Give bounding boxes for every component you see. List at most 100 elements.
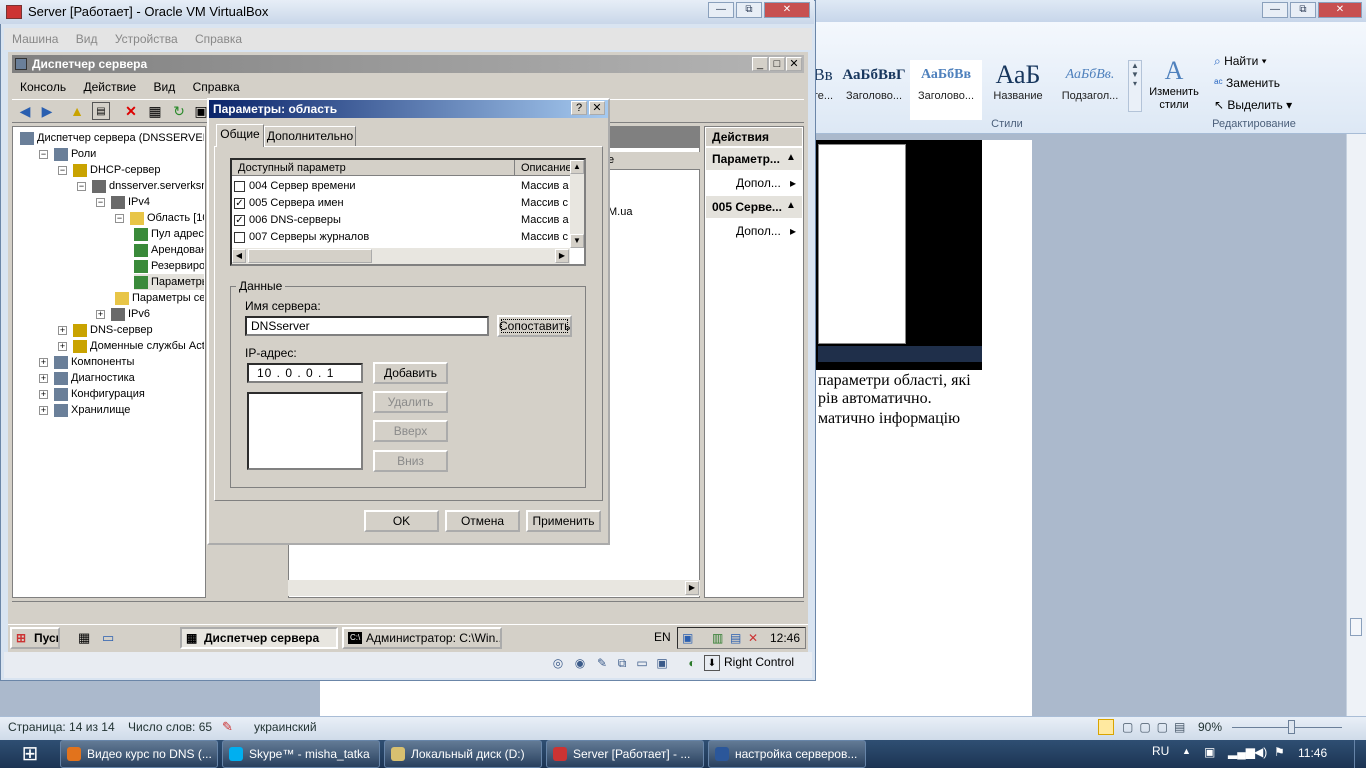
tree-item[interactable]: − IPv4 [96, 194, 150, 210]
menu-action[interactable]: Действие [83, 80, 136, 94]
ip-address-field[interactable]: 10 . 0 . 0 . 1 [247, 363, 363, 383]
apply-button[interactable]: Применить [526, 510, 601, 532]
scroll-right-arrow[interactable]: ▶ [555, 249, 569, 263]
scroll-up-arrow[interactable]: ▲ [570, 160, 584, 174]
page-count[interactable]: Страница: 14 из 14 [8, 720, 115, 734]
sm-close-button[interactable]: ✕ [786, 57, 802, 71]
collapse-icon[interactable]: − [77, 182, 86, 191]
volume-icon[interactable]: ◀) [1254, 745, 1267, 759]
quicklaunch-desktop-icon[interactable]: ▭ [102, 630, 114, 646]
option-checkbox[interactable] [234, 180, 245, 192]
scroll-left-arrow[interactable]: ◀ [232, 249, 246, 263]
scroll-right-arrow[interactable]: ▶ [685, 581, 699, 595]
column-available-option[interactable]: Доступный параметр [238, 160, 346, 176]
spellcheck-icon[interactable]: ✎ [222, 719, 233, 735]
tree-item[interactable]: − Область [10.0.0.0] [115, 210, 204, 226]
details-hscroll[interactable] [288, 580, 700, 596]
quicklaunch-server-icon[interactable]: ▦ [78, 630, 90, 646]
zoom-slider-thumb[interactable] [1288, 720, 1295, 734]
sm-minimize-button[interactable]: _ [752, 57, 768, 71]
hscroll-thumb[interactable] [248, 249, 372, 263]
tree-item[interactable]: + IPv6 [96, 306, 150, 322]
vm-clock[interactable]: 12:46 [770, 628, 800, 648]
taskbar-clock[interactable]: 11:46 [1298, 746, 1327, 760]
option-checkbox[interactable]: ✓ [234, 197, 245, 209]
tree-item[interactable]: − DHCP-сервер [58, 162, 161, 178]
collapse-icon[interactable]: ▲ [786, 200, 796, 211]
tree-item[interactable]: + DNS-сервер [58, 322, 153, 338]
vm-task-server-manager[interactable]: ▦ Диспетчер сервера [180, 627, 338, 649]
tree-item[interactable]: Резервирования [134, 258, 204, 274]
sm-maximize-button[interactable]: □ [769, 57, 785, 71]
resolve-button[interactable]: Сопоставить [497, 315, 572, 337]
tree-item[interactable]: Пул адресов [134, 226, 204, 242]
language-indicator[interactable]: RU [1152, 744, 1169, 758]
expand-icon[interactable]: + [39, 358, 48, 367]
tree-item[interactable]: − dnsserver.serverksm.ua [77, 178, 204, 194]
server-name-field[interactable]: DNSserver [245, 316, 489, 336]
tree-item[interactable]: + Конфигурация [39, 386, 145, 402]
capture-icon[interactable]: ▣ [654, 655, 670, 671]
expand-icon[interactable]: + [39, 374, 48, 383]
change-styles-button[interactable]: A Изменить стили [1146, 56, 1202, 112]
taskbar-button[interactable]: Локальный диск (D:) [384, 740, 542, 768]
dialog-close-button[interactable]: ✕ [589, 101, 605, 115]
scroll-down-arrow[interactable]: ▼ [570, 234, 584, 248]
tree-item[interactable]: Арендованные адреса [134, 242, 204, 258]
language-indicator[interactable]: украинский [254, 720, 317, 734]
vbox-close-button[interactable]: ✕ [764, 2, 810, 18]
styles-scroll[interactable]: ▲ ▼ ▾ [1128, 60, 1142, 112]
style-subtitle[interactable]: АаБбВв. Подзагол... [1054, 60, 1126, 120]
zoom-slider[interactable] [1232, 727, 1342, 728]
delete-icon[interactable]: ✕ [122, 102, 140, 120]
expand-icon[interactable]: + [39, 390, 48, 399]
show-desktop-button[interactable] [1354, 740, 1366, 768]
forward-arrow-icon[interactable]: ▶ [38, 102, 56, 120]
show-hidden-icons[interactable]: ▲ [1182, 746, 1191, 756]
collapse-icon[interactable]: − [39, 150, 48, 159]
usb-icon[interactable]: ✎ [594, 655, 610, 671]
vbox-minimize-button[interactable]: — [708, 2, 734, 18]
ok-button[interactable]: OK [364, 510, 439, 532]
properties-icon[interactable]: ▦ [146, 102, 164, 120]
up-folder-icon[interactable]: ▲ [68, 102, 86, 120]
find-button[interactable]: ⌕ Найти ▾ [1214, 54, 1267, 69]
vm-language[interactable]: EN [654, 630, 671, 644]
tree-item[interactable]: + Доменные службы Active Directory [58, 338, 204, 354]
vbox-restore-button[interactable]: ⧉ [736, 2, 762, 18]
tree-item[interactable]: Параметры области [134, 274, 204, 290]
option-checkbox[interactable]: ✓ [234, 214, 245, 226]
collapse-icon[interactable]: ▲ [786, 152, 796, 163]
tree-item[interactable]: + Хранилище [39, 402, 130, 418]
connection-icon[interactable]: ▤ [730, 628, 741, 648]
network-adapter-icon[interactable]: ⧉ [614, 655, 630, 671]
option-row[interactable]: 004 Сервер времени Массив а [234, 178, 570, 195]
option-row[interactable]: ✓ 005 Сервера имен Массив с [234, 195, 570, 212]
hdd-icon[interactable]: ◎ [550, 655, 566, 671]
show-hide-tree-icon[interactable]: ▤ [92, 102, 110, 120]
style-title[interactable]: АаБ Название [982, 60, 1054, 120]
tab-general[interactable]: Общие [216, 124, 264, 147]
view-icons[interactable]: ▢▢▢▤ [1122, 720, 1191, 734]
menu-view[interactable]: Вид [154, 80, 176, 94]
tree-item[interactable]: + Диагностика [39, 370, 135, 386]
refresh-icon[interactable]: ↻ [170, 102, 188, 120]
style-heading1[interactable]: АаБбВвГ Заголово... [838, 60, 910, 120]
ip-address-list[interactable] [247, 392, 363, 470]
style-heading2[interactable]: АаБбВв Заголово... [910, 60, 982, 120]
menu-console[interactable]: Консоль [20, 80, 66, 94]
collapse-icon[interactable]: − [96, 198, 105, 207]
taskbar-button[interactable]: Skype™ - misha_tatka [222, 740, 380, 768]
dialog-help-button[interactable]: ? [571, 101, 587, 115]
start-button[interactable]: ⊞ [8, 740, 52, 768]
menu-help[interactable]: Справка [193, 80, 240, 94]
taskbar-button[interactable]: Видео курс по DNS (... [60, 740, 218, 768]
word-count[interactable]: Число слов: 65 [128, 720, 212, 734]
cancel-button[interactable]: Отмена [445, 510, 520, 532]
tree-item[interactable]: Диспетчер сервера (DNSSERVER) [20, 130, 204, 146]
option-checkbox[interactable] [234, 231, 245, 243]
network-signal-icon[interactable]: ▂▄▆ [1228, 745, 1255, 759]
tree-item[interactable]: − Роли [39, 146, 96, 162]
flag-icon[interactable]: ⚑ [1274, 745, 1285, 759]
expand-icon[interactable]: + [39, 406, 48, 415]
